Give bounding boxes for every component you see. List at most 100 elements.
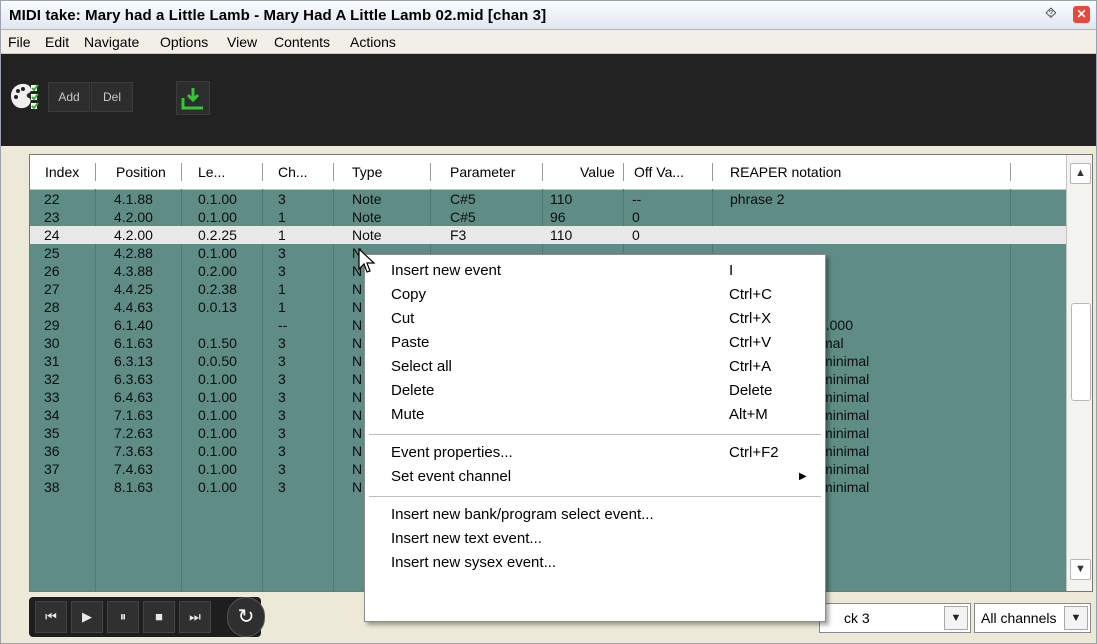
- context-menu-item-label: Insert new text event...: [391, 530, 542, 547]
- context-menu-item-label: Paste: [391, 334, 430, 351]
- column-header-index[interactable]: Index: [45, 155, 95, 189]
- context-menu-item[interactable]: Cut Ctrl+X: [365, 307, 825, 331]
- table-cell: 0.2.38: [198, 281, 237, 297]
- scroll-up-icon[interactable]: ▲: [1070, 163, 1091, 184]
- table-cell: 7.2.63: [114, 425, 153, 441]
- pin-icon[interactable]: ⯑: [1045, 5, 1057, 22]
- context-menu-item-label: Cut: [391, 310, 415, 327]
- column-header-type[interactable]: Type: [352, 155, 428, 189]
- menu-contents[interactable]: Contents: [274, 34, 330, 50]
- table-cell: 3: [278, 263, 286, 279]
- column-header-parameter[interactable]: Parameter: [450, 155, 544, 189]
- scroll-thumb[interactable]: [1071, 303, 1091, 401]
- context-menu-item[interactable]: Event properties... Ctrl+F2: [365, 441, 825, 465]
- table-cell: 0.1.00: [198, 461, 237, 477]
- context-menu-item[interactable]: Set event channel ▶: [365, 465, 825, 489]
- table-cell: 0.1.00: [198, 407, 237, 423]
- menu-file[interactable]: File: [8, 34, 31, 50]
- play-icon[interactable]: ▶: [71, 601, 103, 633]
- table-cell: 0.1.00: [198, 389, 237, 405]
- table-cell: 23: [44, 209, 60, 225]
- title-bar[interactable]: MIDI take: Mary had a Little Lamb - Mary…: [1, 1, 1096, 30]
- table-cell: --: [632, 191, 642, 207]
- table-cell: 26: [44, 263, 60, 279]
- vertical-scrollbar[interactable]: ▲ ▼: [1066, 155, 1092, 591]
- context-menu-item[interactable]: Insert new text event...: [365, 527, 825, 551]
- channel-select[interactable]: All channels ▼: [974, 603, 1091, 633]
- table-cell: 1: [278, 281, 286, 297]
- channel-select-value: All channels: [981, 610, 1057, 626]
- close-button[interactable]: ✕: [1073, 6, 1090, 23]
- pause-icon[interactable]: ⏸: [107, 601, 139, 633]
- menu-options[interactable]: Options: [160, 34, 208, 50]
- table-cell: 3: [278, 443, 286, 459]
- table-cell: 32: [44, 371, 60, 387]
- table-cell: 6.4.63: [114, 389, 153, 405]
- table-cell: 6.1.63: [114, 335, 153, 351]
- column-header-channel[interactable]: Ch...: [278, 155, 338, 189]
- stop-icon[interactable]: ■: [143, 601, 175, 633]
- table-cell: 110: [550, 191, 573, 207]
- chevron-down-icon[interactable]: ▼: [1064, 606, 1088, 630]
- table-cell: 4.2.00: [114, 209, 153, 225]
- menu-view[interactable]: View: [227, 34, 257, 50]
- context-menu-item[interactable]: Paste Ctrl+V: [365, 331, 825, 355]
- table-cell: 96: [550, 209, 566, 225]
- menu-actions[interactable]: Actions: [350, 34, 396, 50]
- table-cell: 33: [44, 389, 60, 405]
- table-cell: 3: [278, 371, 286, 387]
- table-row[interactable]: 24 4.2.00 0.2.25 1 Note F3 110 0: [30, 226, 1066, 244]
- table-cell: 0.0.50: [198, 353, 237, 369]
- context-menu-item[interactable]: Insert new bank/program select event...: [365, 503, 825, 527]
- table-cell: 4.4.25: [114, 281, 153, 297]
- table-cell: 0.0.13: [198, 299, 237, 315]
- column-header-length[interactable]: Le...: [198, 155, 258, 189]
- skip-forward-icon[interactable]: ⏭: [179, 601, 211, 633]
- table-cell: 36: [44, 443, 60, 459]
- table-cell: 3: [278, 335, 286, 351]
- context-menu-item-label: Insert new event: [391, 262, 502, 279]
- context-menu-item[interactable]: Insert new event I: [365, 259, 825, 283]
- context-menu-item-label: Insert new sysex event...: [391, 554, 557, 571]
- context-menu-item-shortcut: Ctrl+A: [729, 358, 772, 375]
- table-cell: 0: [632, 227, 640, 243]
- column-header-value[interactable]: Value: [580, 155, 620, 189]
- context-menu-item[interactable]: Copy Ctrl+C: [365, 283, 825, 307]
- column-header-reaper-notation[interactable]: REAPER notation: [730, 155, 930, 189]
- track-select[interactable]: ck 3 ▼: [819, 603, 971, 633]
- table-cell: 35: [44, 425, 60, 441]
- context-menu-item[interactable]: Mute Alt+M: [365, 403, 825, 427]
- submenu-arrow-icon: ▶: [799, 471, 807, 482]
- chevron-down-icon[interactable]: ▼: [944, 606, 968, 630]
- column-header-off-value[interactable]: Off Va...: [634, 155, 710, 189]
- delete-button[interactable]: Del: [91, 82, 133, 112]
- import-icon[interactable]: [176, 81, 210, 115]
- context-menu-item-label: Copy: [391, 286, 427, 303]
- context-menu-item-shortcut: Ctrl+F2: [729, 444, 779, 461]
- table-cell: Note: [352, 191, 382, 207]
- table-cell: 1: [278, 209, 286, 225]
- loop-icon[interactable]: ↻: [227, 597, 265, 637]
- table-cell: 29: [44, 317, 60, 333]
- table-cell: 4.3.88: [114, 263, 153, 279]
- table-row[interactable]: 23 4.2.00 0.1.00 1 Note C#5 96 0: [30, 208, 1066, 226]
- scroll-down-icon[interactable]: ▼: [1070, 559, 1091, 580]
- track-select-value: ck 3: [844, 610, 870, 626]
- context-menu-item[interactable]: Delete Delete: [365, 379, 825, 403]
- context-menu: Insert new event I Copy Ctrl+C Cut Ctrl+X Past…: [364, 254, 826, 622]
- context-menu-item[interactable]: Select all Ctrl+A: [365, 355, 825, 379]
- menu-edit[interactable]: Edit: [45, 34, 69, 50]
- menu-separator: [369, 496, 821, 497]
- add-button[interactable]: Add: [48, 82, 90, 112]
- menu-navigate[interactable]: Navigate: [84, 34, 139, 50]
- skip-back-icon[interactable]: ⏮: [35, 601, 67, 633]
- table-row[interactable]: 22 4.1.88 0.1.00 3 Note C#5 110 -- phrase 2: [30, 190, 1066, 208]
- table-cell: 110: [550, 227, 573, 243]
- context-menu-item-shortcut: I: [729, 262, 734, 279]
- palette-icon[interactable]: [7, 79, 42, 113]
- context-menu-item-shortcut: Delete: [729, 382, 773, 399]
- column-header-position[interactable]: Position: [116, 155, 184, 189]
- context-menu-item[interactable]: Insert new sysex event...: [365, 551, 825, 575]
- table-cell: 0.1.00: [198, 425, 237, 441]
- context-menu-item-label: Insert new bank/program select event...: [391, 506, 654, 523]
